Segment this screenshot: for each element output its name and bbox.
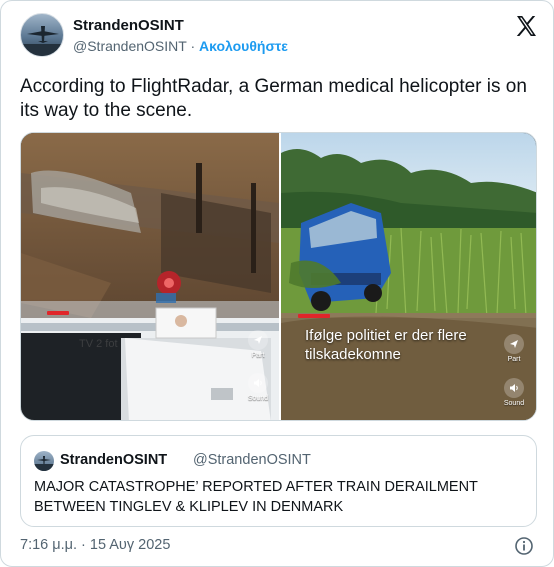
quoted-tweet[interactable]: StrandenOSINT @StrandenOSINT MAJOR CATAS… [20,435,537,527]
right-share-control[interactable]: Part [500,334,528,363]
right-sound-control[interactable]: Sound [500,378,528,407]
right-live-indicator [298,314,330,318]
follow-button[interactable]: Ακολουθήστε [199,38,288,54]
handle-separator: · [190,38,196,54]
tweet-text: According to FlightRadar, a German medic… [20,76,527,121]
left-sound-label: Sound [247,395,269,402]
quoted-author-handle: @StrandenOSINT [193,452,311,468]
author-handle[interactable]: @StrandenOSINT [73,38,187,54]
media-grid: TV 2 fot Part Sound Ifølge politiet er d… [20,132,537,421]
right-share-label: Part [507,356,521,363]
tweet-timestamp[interactable]: 7:16 μ.μ. · 15 Αυγ 2025 [20,537,170,553]
left-share-label: Part [251,352,265,359]
author-avatar[interactable] [20,13,64,57]
tweet-card: StrandenOSINT @StrandenOSINT · Ακολουθήσ… [0,0,554,567]
quoted-tweet-text: MAJOR CATASTROPHE’ REPORTED AFTER TRAIN … [34,479,478,515]
video-left[interactable]: TV 2 fot Part Sound [21,133,279,420]
share-icon [504,334,524,354]
quoted-author-name: StrandenOSINT [60,452,168,468]
video-right[interactable]: Ifølge politiet er der flere tilskadekom… [281,133,536,420]
left-live-indicator [47,311,69,315]
author-name[interactable]: StrandenOSINT [73,17,184,34]
right-sound-label: Sound [503,400,525,407]
sound-icon [504,378,524,398]
share-icon [248,330,268,350]
video-caption: Ifølge politiet er der flere tilskadekom… [305,327,467,363]
tweet-header: StrandenOSINT @StrandenOSINT · Ακολουθήσ… [20,11,540,59]
left-watermark: TV 2 fot [79,338,118,350]
left-sound-control[interactable]: Sound [244,373,272,402]
sound-icon [248,373,268,393]
quoted-author-avatar [34,451,54,471]
info-icon[interactable] [514,536,534,556]
author-handle-row: @StrandenOSINT · Ακολουθήστε [73,38,288,54]
x-logo-icon[interactable] [514,14,538,38]
left-share-control[interactable]: Part [244,330,272,359]
